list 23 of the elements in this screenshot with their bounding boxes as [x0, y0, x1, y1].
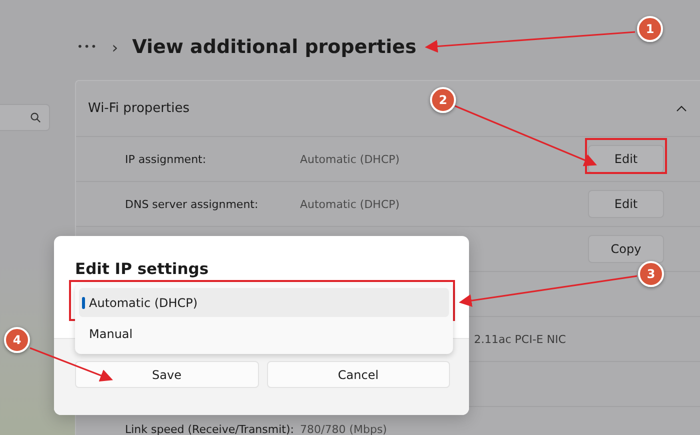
search-field[interactable]: [0, 104, 50, 131]
dialog-title: Edit IP settings: [74, 259, 210, 280]
dialog-button[interactable]: Save: [75, 361, 258, 388]
row-button[interactable]: Edit: [588, 190, 664, 218]
row-button[interactable]: Edit: [588, 145, 664, 173]
selection-indicator: [82, 297, 85, 309]
section-title: Wi-Fi properties: [88, 101, 190, 116]
step-number: 1: [637, 16, 663, 42]
row-button[interactable]: Copy: [588, 235, 664, 263]
dropdown-option[interactable]: Automatic (DHCP): [79, 288, 449, 317]
property-label: IP assignment:: [125, 152, 206, 166]
property-value: Automatic (DHCP): [300, 152, 400, 166]
property-value: Automatic (DHCP): [300, 198, 400, 210]
property-label: Link speed (Receive/Transmit):: [125, 422, 294, 435]
dialog-button[interactable]: Cancel: [266, 361, 450, 388]
search-icon: [30, 112, 41, 123]
property-label: DNS server assignment:: [125, 198, 258, 210]
dropdown-option[interactable]: Manual: [79, 319, 449, 348]
more-button[interactable]: •••: [77, 42, 98, 52]
property-value: 2.11ac PCI-E NIC: [474, 332, 566, 346]
property-value: 780/780 (Mbps): [300, 422, 387, 435]
breadcrumb-separator: ›: [112, 38, 118, 56]
page-title: View additional properties: [132, 36, 416, 58]
